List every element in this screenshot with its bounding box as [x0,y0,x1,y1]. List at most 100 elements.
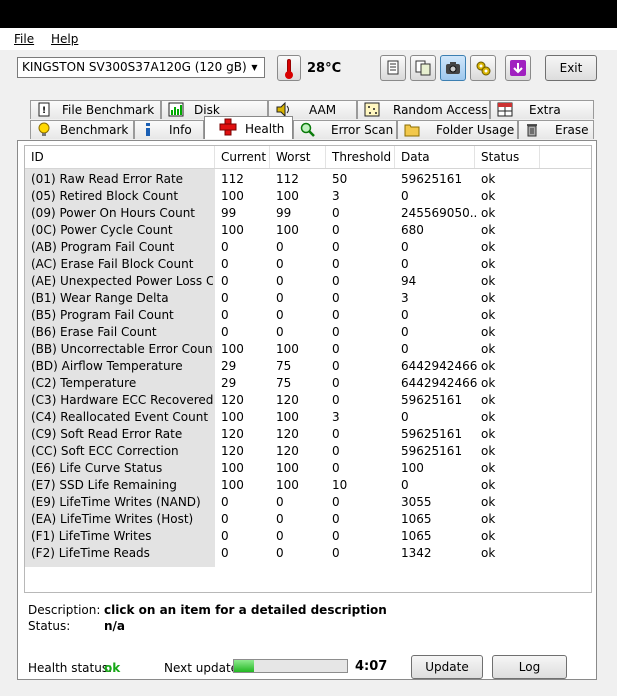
column-header-current[interactable]: Current [215,146,270,168]
cell-id: (C3) Hardware ECC Recovered [31,393,213,407]
cell-threshold: 0 [332,359,340,373]
column-header-status[interactable]: Status [475,146,540,168]
table-row[interactable]: (0C) Power Cycle Count 100 100 0 680 ok [25,222,591,239]
tab-benchmark[interactable]: Benchmark [30,120,134,139]
cell-threshold: 0 [332,342,340,356]
table-row[interactable]: (C9) Soft Read Error Rate 120 120 0 59625161… [25,426,591,443]
thermometer-button[interactable] [277,55,301,81]
copy-text-icon [387,60,399,75]
tab-random-access[interactable]: Random Access [357,100,490,119]
table-row[interactable]: (AB) Program Fail Count 0 0 0 0 ok [25,239,591,256]
download-arrow-icon [510,60,526,76]
exit-button[interactable]: Exit [545,55,597,81]
cell-status: ok [481,274,496,288]
table-row[interactable]: (E7) SSD Life Remaining 100 100 10 0 ok [25,477,591,494]
cell-data: 1065 [401,512,432,526]
cell-worst: 100 [276,478,299,492]
table-row[interactable]: (AE) Unexpected Power Loss Count 0 0 0 94 ok [25,273,591,290]
copy-info-button[interactable] [410,55,436,81]
cell-threshold: 0 [332,206,340,220]
table-row[interactable]: (BB) Uncorrectable Error Count 100 100 0 0 ok [25,341,591,358]
chart-icon [168,102,184,117]
column-header-worst[interactable]: Worst [270,146,326,168]
table-row[interactable]: (01) Raw Read Error Rate 112 112 50 59625161… [25,171,591,188]
table-row[interactable]: (09) Power On Hours Count 99 99 0 245569050.… [25,205,591,222]
table-row[interactable]: (C4) Reallocated Event Count 100 100 3 0 ok [25,409,591,426]
cell-status: ok [481,461,496,475]
cell-data: 0 [401,308,409,322]
settings-button[interactable] [470,55,496,81]
tab-info[interactable]: Info [134,120,204,139]
table-row[interactable]: (F1) LifeTime Writes 0 0 0 1065 ok [25,528,591,545]
cell-threshold: 0 [332,427,340,441]
cell-data: 1065 [401,529,432,543]
cell-id: (E6) Life Curve Status [31,461,163,475]
cell-data: 1342 [401,546,432,560]
red-cross-icon [219,118,237,136]
next-update-label: Next update: [164,661,243,675]
cell-data: 0 [401,257,409,271]
table-row[interactable]: (B1) Wear Range Delta 0 0 0 3 ok [25,290,591,307]
cell-worst: 0 [276,308,284,322]
cell-status: ok [481,189,496,203]
tab-erase[interactable]: Erase [518,120,594,139]
cell-worst: 75 [276,359,292,373]
drive-select[interactable]: KINGSTON SV300S37A120G (120 gB) ▼ [17,57,265,78]
table-row[interactable]: (C3) Hardware ECC Recovered 120 120 0 596251… [25,392,591,409]
cell-threshold: 0 [332,308,340,322]
cell-status: ok [481,223,496,237]
cell-current: 0 [221,240,229,254]
cell-status: ok [481,342,496,356]
camera-icon [446,62,460,74]
cell-status: ok [481,444,496,458]
table-row[interactable]: (EA) LifeTime Writes (Host) 0 0 0 1065 ok [25,511,591,528]
table-row[interactable]: (CC) Soft ECC Correction 120 120 0 59625161 o… [25,443,591,460]
table-row[interactable]: (05) Retired Block Count 100 100 3 0 ok [25,188,591,205]
update-button[interactable]: Update [411,655,483,679]
bulb-icon [38,122,50,136]
cell-status: ok [481,478,496,492]
screenshot-button[interactable] [440,55,466,81]
cell-status: ok [481,172,496,186]
folder-icon [404,124,420,137]
table-row[interactable]: (C2) Temperature 29 75 0 64429424669 ok [25,375,591,392]
cell-current: 120 [221,427,244,441]
download-button[interactable] [505,55,531,81]
cell-status: ok [481,325,496,339]
cell-current: 0 [221,308,229,322]
cell-data: 0 [401,240,409,254]
smart-table[interactable]: ID Current Worst Threshold Data Status (… [24,145,592,593]
menu-help[interactable]: Help [51,32,78,46]
cell-threshold: 0 [332,529,340,543]
tab-extra-tests[interactable]: Extra tests [490,100,594,134]
menu-file[interactable]: File [14,32,34,46]
table-row[interactable]: (F2) LifeTime Reads 0 0 0 1342 ok [25,545,591,562]
tab-error-scan[interactable]: Error Scan [293,120,397,139]
table-row[interactable]: (BD) Airflow Temperature 29 75 0 64429424669… [25,358,591,375]
cell-worst: 0 [276,529,284,543]
cell-current: 0 [221,512,229,526]
cell-worst: 0 [276,257,284,271]
log-button[interactable]: Log [492,655,567,679]
table-row[interactable]: (B5) Program Fail Count 0 0 0 0 ok [25,307,591,324]
table-row[interactable]: (E6) Life Curve Status 100 100 0 100 ok [25,460,591,477]
tab-folder-usage[interactable]: Folder Usage [397,120,518,139]
next-update-progress [233,659,348,673]
table-row[interactable]: (AC) Erase Fail Block Count 0 0 0 0 ok [25,256,591,273]
tab-file-benchmark[interactable]: ! File Benchmark [30,100,161,119]
cell-data: 0 [401,478,409,492]
chevron-down-icon[interactable]: ▼ [247,60,262,75]
trash-icon [527,124,537,137]
table-row[interactable]: (E9) LifeTime Writes (NAND) 0 0 0 3055 ok [25,494,591,511]
tab-health[interactable]: Health [204,116,293,139]
cell-status: ok [481,512,496,526]
cell-current: 100 [221,410,244,424]
table-row[interactable]: (B6) Erase Fail Count 0 0 0 0 ok [25,324,591,341]
health-panel: ID Current Worst Threshold Data Status (… [17,140,597,680]
copy-text-button[interactable] [380,55,406,81]
status-value: n/a [104,619,126,633]
column-header-threshold[interactable]: Threshold [326,146,395,168]
cell-data: 100 [401,461,424,475]
column-header-data[interactable]: Data [395,146,475,168]
column-header-id[interactable]: ID [25,146,215,168]
